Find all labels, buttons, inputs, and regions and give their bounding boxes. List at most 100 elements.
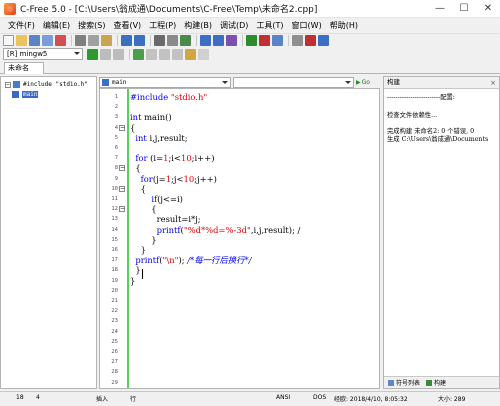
save-icon[interactable] [29, 35, 40, 46]
line-number: 5 [114, 134, 118, 141]
line-number: 7 [114, 155, 118, 162]
more-icon[interactable] [198, 48, 209, 60]
maximize-button[interactable]: ☐ [452, 0, 476, 18]
code-line[interactable]: for(j=1;j<10;j++) [130, 174, 217, 184]
toolbar-separator [196, 35, 197, 46]
save-all-icon[interactable] [42, 35, 53, 46]
file-tab-strip: 未命名2.cpp [0, 61, 500, 83]
step-out-icon[interactable] [172, 48, 183, 60]
line-number: 11 [111, 196, 118, 202]
code-line[interactable]: } [130, 276, 135, 286]
code-line[interactable]: } [130, 245, 146, 255]
fold-toggle-icon[interactable]: − [119, 124, 125, 131]
goto-icon[interactable] [180, 35, 191, 46]
status-mode: 插入 [96, 396, 109, 403]
build-toolbar: [R] mingw5 [0, 47, 500, 61]
scope-select[interactable]: main [99, 76, 231, 88]
code-line[interactable]: for (i=1;i<10;i++) [130, 153, 214, 163]
close-file-icon[interactable] [55, 35, 66, 46]
text-caret [142, 269, 143, 279]
compiler-select[interactable]: [R] mingw5 [3, 48, 83, 60]
watch-icon[interactable] [185, 48, 196, 60]
tab-symbol-list[interactable]: 符号列表 [388, 378, 420, 387]
go-arrow-icon: ▶ [356, 78, 361, 86]
menu-search[interactable]: 搜索(S) [74, 18, 109, 33]
tool-icon[interactable] [305, 35, 316, 46]
code-line[interactable]: int main() [130, 112, 172, 122]
stop-run-icon[interactable] [113, 48, 124, 60]
output-panel-title: 构建 [387, 78, 400, 86]
collapse-icon[interactable]: − [5, 81, 11, 88]
code-line[interactable]: { [130, 204, 156, 214]
stop-icon[interactable] [259, 35, 270, 46]
line-number: 3 [114, 114, 118, 121]
cut-icon[interactable] [75, 35, 86, 46]
toolbar-separator [150, 35, 151, 46]
menu-debug[interactable]: 调试(D) [216, 18, 252, 33]
status-row-label: 行 [130, 396, 137, 403]
comment-icon[interactable] [226, 35, 237, 46]
close-panel-icon[interactable]: × [490, 78, 496, 89]
modified-line-bar [127, 89, 129, 388]
code-line[interactable]: printf("%d*%d=%-3d",i,j,result); / [130, 225, 301, 235]
indent-icon[interactable] [200, 35, 211, 46]
bookmark-icon[interactable] [272, 35, 283, 46]
help-icon[interactable] [318, 35, 329, 46]
step-over-icon[interactable] [159, 48, 170, 60]
tab-build[interactable]: 构建 [426, 378, 446, 387]
options-icon[interactable] [292, 35, 303, 46]
menu-build[interactable]: 构建(B) [180, 18, 216, 33]
code-line[interactable]: if(j<=i) [130, 194, 183, 204]
code-line[interactable]: #include "stdio.h" [130, 92, 207, 102]
member-select[interactable] [233, 76, 354, 88]
line-number: 24 [111, 328, 118, 335]
code-line[interactable]: { [130, 184, 146, 194]
title-bar[interactable]: C-Free 5.0 - [C:\Users\翁成通\Documents\C-F… [0, 0, 500, 18]
redo-icon[interactable] [134, 35, 145, 46]
tree-item-include[interactable]: − #include "stdio.h" [5, 80, 88, 89]
line-number: 20 [111, 287, 118, 294]
line-number: 9 [114, 175, 118, 182]
line-number: 18 [111, 267, 118, 274]
pause-icon[interactable] [100, 48, 111, 60]
code-line[interactable]: int i,j,result; [130, 133, 187, 143]
step-into-icon[interactable] [146, 48, 157, 60]
status-bar: 18 4 插入 行 ANSI DOS 经欧: 2018/4/10, 8:05:3… [0, 391, 500, 406]
menu-tools[interactable]: 工具(T) [252, 18, 287, 33]
menu-file[interactable]: 文件(F) [4, 18, 39, 33]
code-line[interactable]: { [130, 163, 140, 173]
find-icon[interactable] [154, 35, 165, 46]
run-icon[interactable] [87, 48, 98, 60]
tree-item-main[interactable]: main [12, 90, 39, 99]
menu-edit[interactable]: 编辑(E) [39, 18, 74, 33]
menu-help[interactable]: 帮助(H) [326, 18, 362, 33]
minimize-button[interactable]: — [428, 0, 452, 18]
include-icon [13, 81, 20, 88]
undo-icon[interactable] [121, 35, 132, 46]
copy-icon[interactable] [88, 35, 99, 46]
open-folder-icon[interactable] [16, 35, 27, 46]
close-button[interactable]: ✕ [476, 0, 500, 18]
fold-toggle-icon[interactable]: − [119, 185, 125, 192]
output-tabs: 符号列表 构建 [384, 376, 499, 388]
new-file-icon[interactable] [3, 35, 14, 46]
tab-untitled2[interactable]: 未命名2.cpp [4, 62, 44, 83]
menu-window[interactable]: 窗口(W) [288, 18, 326, 33]
code-line[interactable]: printf("\n"); /*每一行后换行*/ [130, 255, 251, 265]
outdent-icon[interactable] [213, 35, 224, 46]
code-editor[interactable]: 1 2 3 4−5 6 7 8−9 10−11 12−13 14 15 16 17 18 19 20 21 22 2… [99, 88, 380, 389]
menu-view[interactable]: 查看(V) [109, 18, 145, 33]
replace-icon[interactable] [167, 35, 178, 46]
code-line[interactable]: } [130, 265, 140, 275]
code-line[interactable]: result=i*j; [130, 214, 201, 224]
code-line[interactable]: } [130, 235, 156, 245]
debug-run-icon[interactable] [133, 48, 144, 60]
fold-toggle-icon[interactable]: − [119, 165, 125, 172]
menu-project[interactable]: 工程(P) [145, 18, 180, 33]
code-line[interactable]: { [130, 123, 135, 133]
go-button[interactable]: ▶ Go [356, 77, 370, 88]
fold-toggle-icon[interactable]: − [119, 206, 125, 213]
symbol-list-icon [388, 379, 394, 386]
paste-icon[interactable] [101, 35, 112, 46]
compile-icon[interactable] [246, 35, 257, 46]
